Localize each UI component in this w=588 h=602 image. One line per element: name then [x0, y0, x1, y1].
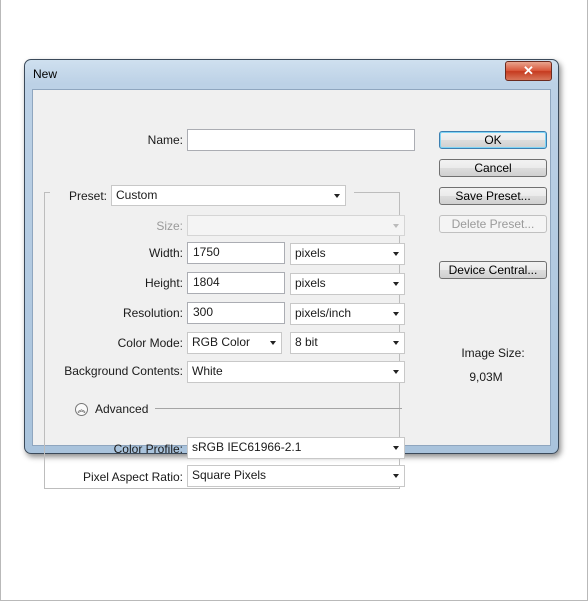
width-field[interactable]: 1750	[187, 242, 285, 264]
chevron-down-icon	[393, 282, 399, 286]
resolution-unit-select[interactable]: pixels/inch	[290, 303, 405, 325]
size-select[interactable]	[187, 215, 405, 236]
background-contents-label: Background Contents:	[64, 364, 183, 378]
chevron-down-icon	[393, 446, 399, 450]
resolution-unit-value: pixels/inch	[295, 306, 352, 320]
pixel-aspect-ratio-select[interactable]: Square Pixels	[187, 465, 405, 487]
preset-label: Preset:	[68, 189, 107, 203]
title-bar[interactable]: New ✕	[25, 60, 558, 88]
save-preset-button[interactable]: Save Preset...	[439, 187, 547, 205]
chevron-up-circle-icon[interactable]: ︽	[75, 403, 88, 416]
color-profile-value: sRGB IEC61966-2.1	[192, 440, 302, 454]
delete-preset-button[interactable]: Delete Preset...	[439, 215, 547, 233]
pixel-aspect-ratio-value: Square Pixels	[192, 468, 267, 482]
color-profile-label: Color Profile:	[113, 442, 183, 456]
chevron-down-icon	[270, 341, 276, 345]
advanced-toggle[interactable]: Advanced	[95, 402, 148, 416]
window-title: New	[33, 67, 58, 81]
color-mode-select[interactable]: RGB Color	[187, 332, 282, 354]
color-mode-label: Color Mode:	[117, 336, 183, 350]
image-size-label: Image Size:	[461, 346, 525, 360]
color-mode-value: RGB Color	[192, 335, 251, 349]
chevron-down-icon	[393, 474, 399, 478]
chevron-down-icon	[393, 252, 399, 256]
device-central-button[interactable]: Device Central...	[439, 261, 547, 279]
width-unit-value: pixels	[295, 246, 326, 260]
name-field[interactable]	[187, 129, 415, 151]
chevron-down-icon	[334, 194, 340, 198]
chevron-down-icon	[393, 312, 399, 316]
resolution-label: Resolution:	[122, 306, 183, 320]
chevron-down-icon	[393, 370, 399, 374]
advanced-divider	[155, 408, 402, 409]
bit-depth-select[interactable]: 8 bit	[290, 332, 405, 354]
height-field[interactable]: 1804	[187, 272, 285, 294]
size-label: Size:	[156, 219, 183, 233]
pixel-aspect-ratio-label: Pixel Aspect Ratio:	[82, 470, 183, 484]
height-label: Height:	[144, 276, 183, 290]
cancel-button[interactable]: Cancel	[439, 159, 547, 177]
background-contents-select[interactable]: White	[187, 361, 405, 383]
height-unit-select[interactable]: pixels	[290, 273, 405, 295]
image-size-value: 9,03M	[469, 370, 503, 384]
height-unit-value: pixels	[295, 276, 326, 290]
preset-value: Custom	[116, 188, 158, 202]
name-label: Name:	[147, 133, 183, 147]
close-icon: ✕	[523, 63, 534, 78]
width-unit-select[interactable]: pixels	[290, 243, 405, 265]
color-profile-select[interactable]: sRGB IEC61966-2.1	[187, 437, 405, 459]
dialog-body: Name: Preset: Custom Size: Width: 1750 p…	[32, 89, 551, 489]
chevron-down-icon	[393, 341, 399, 345]
preset-select[interactable]: Custom	[111, 185, 346, 206]
ok-button[interactable]: OK	[439, 131, 547, 149]
new-document-dialog: New ✕ Name: Preset: Custom Size: Width: …	[24, 59, 559, 489]
chevron-down-icon	[393, 224, 399, 228]
bit-depth-value: 8 bit	[295, 335, 318, 349]
width-label: Width:	[148, 246, 183, 260]
close-button[interactable]: ✕	[505, 61, 552, 81]
background-contents-value: White	[192, 364, 223, 378]
resolution-field[interactable]: 300	[187, 302, 285, 324]
